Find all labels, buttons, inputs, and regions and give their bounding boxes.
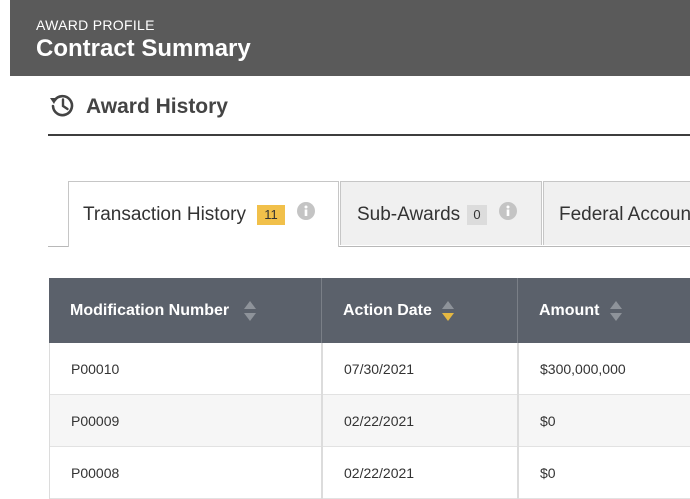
sort-descending-icon[interactable] bbox=[441, 300, 455, 322]
table-cell: P00008 bbox=[49, 447, 322, 499]
amount: $300,000,000 bbox=[540, 361, 626, 377]
tab-federal-account[interactable]: Federal Accoun bbox=[543, 181, 690, 245]
info-icon[interactable] bbox=[499, 202, 517, 220]
modification-number: P00008 bbox=[71, 465, 120, 481]
tab-label: Transaction History bbox=[83, 204, 246, 225]
table-row: P00009 02/22/2021 $0 bbox=[49, 395, 690, 447]
sub-awards-count-badge: 0 bbox=[467, 205, 487, 225]
modification-number: P00009 bbox=[71, 413, 120, 429]
transaction-count-badge: 11 bbox=[257, 205, 285, 225]
column-header-action-date[interactable]: Action Date bbox=[322, 278, 518, 343]
amount: $0 bbox=[540, 413, 556, 429]
page-header: AWARD PROFILE Contract Summary bbox=[10, 0, 690, 76]
award-history-tabs: Transaction History 11 Sub-Awards 0 Fede… bbox=[48, 181, 690, 247]
column-header-amount[interactable]: Amount bbox=[518, 278, 690, 343]
column-header-label: Modification Number bbox=[70, 302, 230, 319]
table-cell: 07/30/2021 bbox=[322, 343, 518, 395]
tab-sub-awards[interactable]: Sub-Awards 0 bbox=[340, 181, 542, 245]
table-cell: 02/22/2021 bbox=[322, 395, 518, 447]
action-date: 02/22/2021 bbox=[344, 413, 415, 429]
action-date: 07/30/2021 bbox=[344, 361, 415, 377]
column-header-modification-number[interactable]: Modification Number bbox=[49, 278, 322, 343]
table-cell: P00009 bbox=[49, 395, 322, 447]
table-cell: 02/22/2021 bbox=[322, 447, 518, 499]
tab-label: Sub-Awards bbox=[357, 204, 461, 225]
table-row: P00008 02/22/2021 $0 bbox=[49, 447, 690, 499]
sort-icon[interactable] bbox=[609, 300, 623, 322]
table-cell: $300,000,000 bbox=[518, 343, 690, 395]
amount: $0 bbox=[540, 465, 556, 481]
column-header-label: Action Date bbox=[343, 302, 432, 319]
column-header-label: Amount bbox=[539, 302, 600, 319]
tab-label: Federal Accoun bbox=[559, 204, 690, 225]
tab-transaction-history[interactable]: Transaction History 11 bbox=[68, 181, 339, 247]
modification-number: P00010 bbox=[71, 361, 120, 377]
table-cell: P00010 bbox=[49, 343, 322, 395]
table-row: P00010 07/30/2021 $300,000,000 bbox=[49, 343, 690, 395]
page-title: Contract Summary bbox=[36, 35, 251, 62]
award-history-section-header: Award History bbox=[48, 88, 690, 136]
action-date: 02/22/2021 bbox=[344, 465, 415, 481]
table-header: Modification Number Action Date Amount bbox=[49, 278, 690, 343]
section-title: Award History bbox=[86, 95, 228, 118]
header-eyebrow: AWARD PROFILE bbox=[36, 17, 155, 33]
table-cell: $0 bbox=[518, 395, 690, 447]
history-icon bbox=[50, 94, 74, 117]
info-icon[interactable] bbox=[297, 202, 315, 220]
table-cell: $0 bbox=[518, 447, 690, 499]
sort-icon[interactable] bbox=[243, 300, 257, 322]
